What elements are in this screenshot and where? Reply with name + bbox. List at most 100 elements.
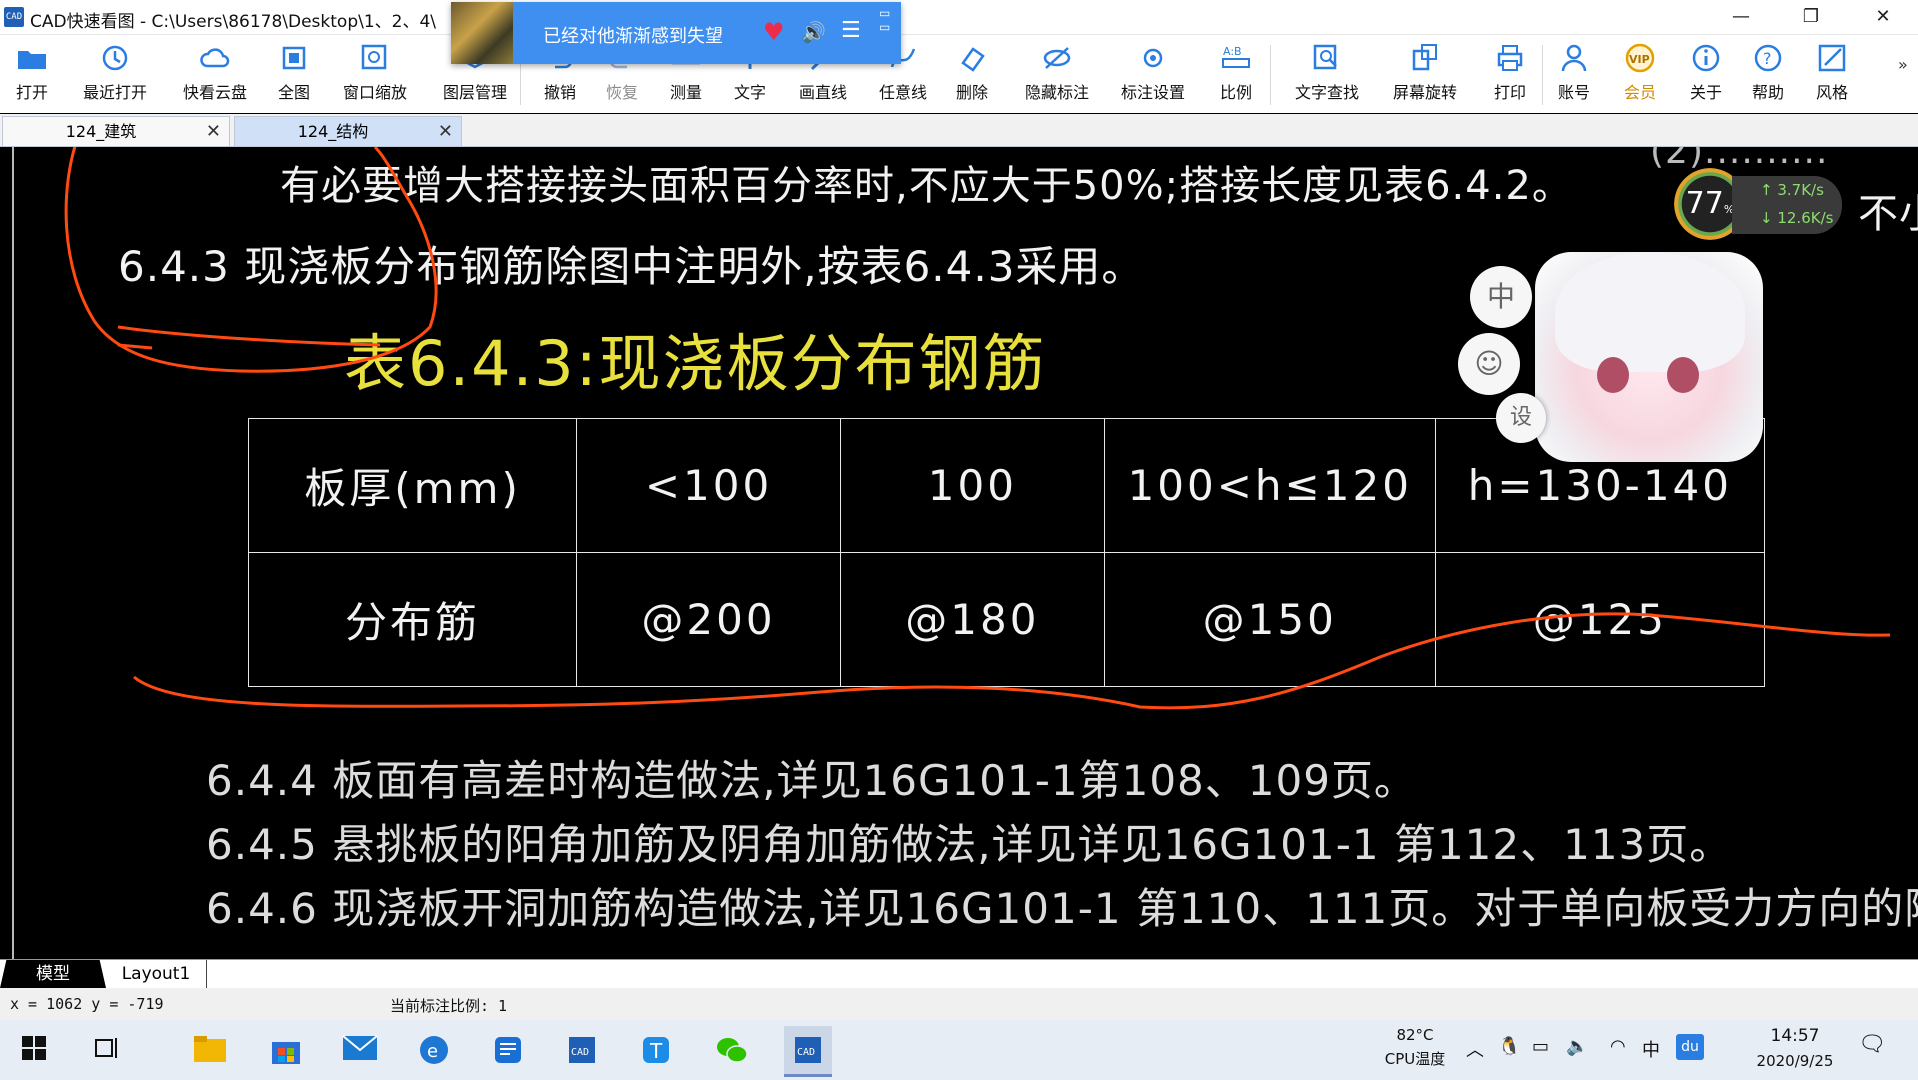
avatar-eye (1667, 357, 1699, 393)
toolbar-button-label: 标注设置 (1120, 83, 1185, 102)
close-tab-icon[interactable]: ✕ (206, 117, 221, 146)
toolbar-button-scale[interactable]: A:B 比例 (1214, 41, 1258, 107)
cloud-icon (200, 48, 230, 68)
rotate-icon (1412, 44, 1437, 71)
layout-tab-bar: 模型 Layout1 (0, 959, 1918, 989)
album-art[interactable] (451, 2, 513, 64)
vip-icon: VIP (1625, 43, 1655, 73)
toolbar-button-history[interactable]: 最近打开 (76, 41, 154, 107)
wifi-icon[interactable]: ◠ (1610, 1036, 1626, 1057)
toolbar-button-zoom-window[interactable]: 窗口缩放 (336, 41, 414, 107)
annotation-scale: 当前标注比例: 1 (390, 997, 508, 1015)
toolbar-button-folder-open[interactable]: 打开 (10, 41, 54, 107)
chevron-up-icon[interactable]: ︿ (1466, 1036, 1484, 1062)
toolbar-button-label: 关于 (1689, 83, 1722, 102)
settings-bubble[interactable]: 设 (1496, 393, 1546, 443)
text-search-icon (1313, 44, 1337, 70)
qq-tray-icon[interactable]: 🐧 (1498, 1036, 1520, 1057)
cpu-temperature[interactable]: 82°C (1380, 1026, 1450, 1044)
markup-loop-tail (117, 325, 381, 350)
window-title: CAD快速看图 - C:\Users\86178\Desktop\1、2、4\ (30, 12, 437, 32)
svg-text:VIP: VIP (1629, 53, 1650, 66)
emoji-bubble-icon[interactable]: ☺ (1458, 333, 1520, 395)
folder-open-icon (18, 51, 46, 69)
music-popup[interactable]: 已经对他渐渐感到失望 ♥ 🔊 ☰ ▭ ▭ (451, 2, 901, 64)
toolbar-separator (1542, 45, 1543, 105)
cad-viewer-active-icon[interactable]: CAD (784, 1026, 832, 1077)
toolbar-button-hide[interactable]: 隐藏标注 (1018, 41, 1096, 107)
tab-124-jiegou[interactable]: 124_结构 ✕ (234, 116, 462, 146)
avatar-hair (1555, 252, 1745, 372)
svg-text:T: T (649, 1039, 663, 1063)
avatar-eye (1597, 357, 1629, 393)
toolbar-button-style[interactable]: 风格 (1810, 41, 1854, 107)
toolbar-button-annotation-settings[interactable]: 标注设置 (1114, 41, 1192, 107)
toolbar-button-rotate[interactable]: 屏幕旋转 (1386, 41, 1464, 107)
battery-icon[interactable]: ▭ (1532, 1036, 1549, 1057)
print-icon (1497, 45, 1523, 71)
heart-icon[interactable]: ♥ (763, 18, 785, 46)
cad-app-icon[interactable]: CAD (558, 1026, 606, 1074)
volume-icon[interactable]: 🔊 (801, 20, 826, 44)
drawing-canvas[interactable]: 有必要增大搭接接头面积百分率时,不应大于50%;搭接长度见表6.4.2。 (2)… (0, 147, 1918, 959)
network-monitor-widget[interactable]: 77% ↑ 3.7K/s ↓ 12.6K/s (1674, 168, 1894, 240)
close-icon[interactable]: ✕ (1852, 0, 1914, 34)
hide-icon (1043, 47, 1071, 69)
toolbar-button-label: 比例 (1219, 83, 1252, 102)
markup-underline (133, 612, 1891, 710)
toolbar-button-text-search[interactable]: 文字查找 (1288, 41, 1366, 107)
tab-model[interactable]: 模型 (0, 960, 106, 988)
tab-layout1[interactable]: Layout1 (106, 960, 207, 989)
mini-controls-icon[interactable]: ▭ ▭ (879, 6, 897, 50)
speed-readout: ↑ 3.7K/s ↓ 12.6K/s (1732, 176, 1842, 234)
toolbar-button-label: 账号 (1557, 83, 1590, 102)
help-icon: ? (1754, 44, 1782, 72)
toolbar-button-print[interactable]: 打印 (1488, 41, 1532, 107)
toolbar-button-label: 撤销 (543, 83, 576, 102)
wechat-icon[interactable] (708, 1026, 756, 1074)
mail-icon[interactable] (336, 1026, 384, 1074)
toolbar-button-info[interactable]: 关于 (1684, 41, 1728, 107)
close-tab-icon[interactable]: ✕ (438, 117, 453, 146)
speaker-icon[interactable]: 🔈 (1566, 1036, 1588, 1057)
ime-chinese-bubble[interactable]: 中 (1470, 266, 1532, 328)
restore-icon[interactable]: ❐ (1780, 0, 1842, 34)
playlist-icon[interactable]: ☰ (841, 18, 861, 43)
ime-indicator[interactable]: 中 (1642, 1036, 1660, 1062)
notes-app-icon[interactable] (484, 1026, 532, 1074)
baidu-tray-icon[interactable]: du (1676, 1034, 1704, 1060)
minimize-icon[interactable]: — (1710, 0, 1772, 34)
anime-assistant-avatar[interactable] (1535, 252, 1763, 462)
toolbar-button-label: 屏幕旋转 (1392, 83, 1457, 102)
fit-all-icon (282, 46, 306, 70)
toolbar-button-label: 打开 (15, 83, 48, 102)
upload-speed: 3.7K/s (1777, 181, 1824, 199)
notification-icon[interactable]: 🗨 (1858, 1032, 1886, 1057)
toolbar-button-user[interactable]: 账号 (1552, 41, 1596, 107)
toolbar-button-label: 文字查找 (1294, 83, 1359, 102)
svg-text:A:B: A:B (1223, 45, 1242, 58)
cpu-temperature-label: CPU温度 (1384, 1050, 1446, 1068)
toolbar-button-label: 任意线 (878, 83, 927, 102)
tab-124-jianzhu[interactable]: 124_建筑 ✕ (2, 116, 230, 146)
microsoft-store-icon[interactable] (262, 1026, 310, 1074)
toolbar-button-vip[interactable]: VIP 会员 (1618, 41, 1662, 107)
download-speed: 12.6K/s (1777, 209, 1834, 227)
windows-taskbar: e CAD T CAD 82°C CPU温度 ︿ 🐧 ▭ 🔈 ◠ 中 du 14… (0, 1020, 1918, 1080)
file-explorer-icon[interactable] (186, 1026, 234, 1074)
task-view-icon[interactable] (82, 1026, 130, 1074)
annotation-settings-icon (1143, 48, 1163, 68)
start-windows-icon[interactable] (10, 1026, 58, 1074)
toolbar-button-label: 窗口缩放 (342, 83, 407, 102)
clock-time[interactable]: 14:57 (1740, 1026, 1850, 1046)
toolbar-button-help[interactable]: ? 帮助 (1746, 41, 1790, 107)
song-lyric: 已经对他渐渐感到失望 (543, 26, 723, 47)
toolbar-button-eraser[interactable]: 删除 (950, 41, 994, 107)
app-logo-icon: CAD (4, 7, 24, 27)
toolbar-button-cloud[interactable]: 快看云盘 (176, 41, 254, 107)
text-app-icon[interactable]: T (632, 1026, 680, 1074)
toolbar-overflow-icon[interactable]: » (1898, 55, 1908, 74)
edge-browser-icon[interactable]: e (410, 1026, 458, 1074)
clock-date[interactable]: 2020/9/25 (1740, 1052, 1850, 1070)
toolbar-button-fit-all[interactable]: 全图 (272, 41, 316, 107)
